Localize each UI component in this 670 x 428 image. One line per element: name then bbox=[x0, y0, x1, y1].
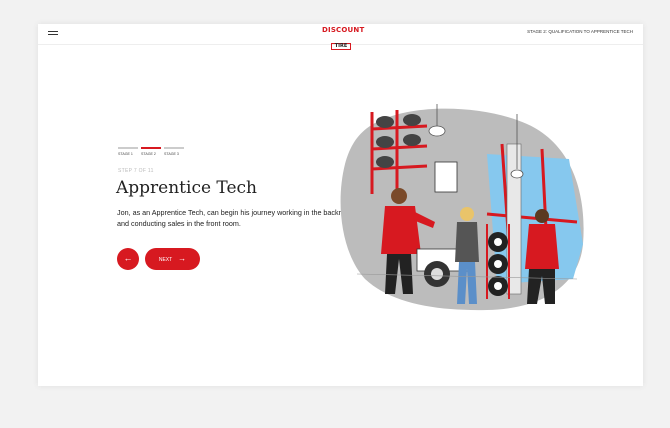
menu-icon[interactable] bbox=[48, 31, 58, 37]
progress-bar bbox=[118, 147, 138, 149]
progress-stage-2: STAGE 2 bbox=[141, 147, 161, 156]
progress-label: STAGE 2 bbox=[141, 152, 156, 156]
brand-logo[interactable]: DISCOUNT TIRE bbox=[322, 26, 365, 50]
progress-label: STAGE 3 bbox=[164, 152, 179, 156]
back-button[interactable]: ← bbox=[117, 248, 139, 270]
logo-subword: TIRE bbox=[330, 43, 352, 50]
stage-progress: STAGE 1 STAGE 2 STAGE 3 bbox=[118, 147, 184, 156]
progress-bar bbox=[141, 147, 161, 149]
main-card: DISCOUNT TIRE STAGE 2: QUALIFICATION TO … bbox=[38, 24, 643, 386]
arrow-right-icon: → bbox=[178, 254, 187, 263]
progress-label: STAGE 1 bbox=[118, 152, 133, 156]
next-button[interactable]: NEXT → bbox=[145, 248, 200, 270]
description: Jon, as an Apprentice Tech, can begin hi… bbox=[117, 208, 355, 228]
logo-wordmark: DISCOUNT bbox=[322, 26, 365, 34]
progress-stage-1: STAGE 1 bbox=[118, 147, 138, 156]
progress-bar bbox=[164, 147, 184, 149]
top-bar: DISCOUNT TIRE STAGE 2: QUALIFICATION TO … bbox=[38, 24, 643, 50]
page-title: Apprentice Tech bbox=[116, 178, 257, 198]
wall-sign bbox=[434, 161, 458, 193]
next-label: NEXT bbox=[158, 257, 173, 263]
step-indicator: STEP 7 OF 11 bbox=[118, 168, 154, 174]
progress-stage-3: STAGE 3 bbox=[164, 147, 184, 156]
apprentice-illustration bbox=[340, 104, 584, 311]
stage-title: STAGE 2: QUALIFICATION TO APPRENTICE TEC… bbox=[527, 29, 633, 34]
arrow-left-icon: ← bbox=[123, 253, 133, 263]
